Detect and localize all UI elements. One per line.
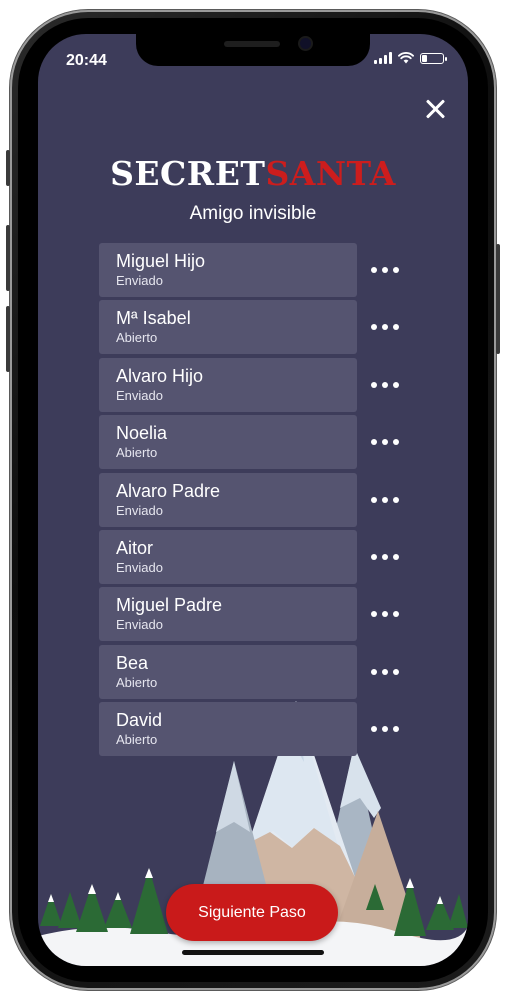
- app-logo: SECRETSANTA: [38, 154, 468, 193]
- participant-card[interactable]: Mª Isabel Abierto: [99, 300, 357, 355]
- participant-name: Bea: [116, 652, 149, 673]
- next-step-button[interactable]: Siguiente Paso: [166, 884, 338, 941]
- participant-status: Enviado: [116, 559, 163, 575]
- participant-name: David: [116, 710, 163, 731]
- close-icon[interactable]: [422, 96, 448, 122]
- participant-card[interactable]: David Abierto: [99, 702, 357, 757]
- logo-santa: SANTA: [265, 154, 396, 193]
- list-item: Alvaro Hijo Enviado: [99, 357, 419, 412]
- power-button: [496, 244, 500, 354]
- front-camera: [300, 38, 311, 49]
- participant-card[interactable]: Miguel Padre Enviado: [99, 587, 357, 642]
- participant-card[interactable]: Bea Abierto: [99, 644, 357, 699]
- participant-status: Abierto: [116, 674, 158, 690]
- more-options-icon[interactable]: [371, 491, 399, 509]
- signal-icon: [374, 52, 392, 64]
- list-item: Miguel Hijo Enviado: [99, 243, 419, 297]
- more-options-icon[interactable]: [371, 261, 399, 279]
- participant-name: Aitor: [116, 537, 154, 558]
- participant-name: Noelia: [116, 423, 168, 444]
- wifi-icon: [398, 52, 414, 64]
- participant-status: Abierto: [116, 732, 158, 748]
- participant-card[interactable]: Alvaro Padre Enviado: [99, 472, 357, 527]
- participant-card[interactable]: Noelia Abierto: [99, 415, 357, 470]
- mute-switch: [6, 150, 10, 186]
- participant-status: Abierto: [116, 330, 158, 346]
- app-screen: 20:44 SECRETSANTA Amigo invisible Miguel…: [38, 34, 468, 966]
- participant-name: Alvaro Hijo: [116, 365, 204, 386]
- more-options-icon[interactable]: [371, 318, 399, 336]
- participant-status: Enviado: [116, 273, 163, 288]
- volume-down-button: [6, 306, 10, 372]
- logo-secret: SECRET: [110, 154, 266, 193]
- participant-card[interactable]: Alvaro Hijo Enviado: [99, 357, 357, 412]
- more-options-icon[interactable]: [371, 720, 399, 738]
- more-options-icon[interactable]: [371, 605, 399, 623]
- more-options-icon[interactable]: [371, 663, 399, 681]
- participant-status: Enviado: [116, 502, 163, 518]
- list-item: Bea Abierto: [99, 644, 419, 699]
- page-subtitle: Amigo invisible: [189, 203, 317, 224]
- more-options-icon[interactable]: [371, 548, 399, 566]
- battery-icon: [420, 52, 447, 64]
- participant-name: Alvaro Padre: [116, 480, 221, 501]
- participant-card[interactable]: Miguel Hijo Enviado: [99, 243, 357, 297]
- list-item: Mª Isabel Abierto: [99, 300, 419, 355]
- list-item: Aitor Enviado: [99, 529, 419, 584]
- status-icons: [374, 52, 447, 64]
- list-item: Noelia Abierto: [99, 415, 419, 470]
- list-item: David Abierto: [99, 702, 419, 757]
- notch: [136, 34, 370, 66]
- status-time: 20:44: [66, 52, 107, 69]
- participant-status: Enviado: [116, 387, 163, 403]
- participant-list: Miguel Hijo Enviado Mª Isabel Abierto Al…: [99, 243, 419, 760]
- more-options-icon[interactable]: [371, 433, 399, 451]
- list-item: Alvaro Padre Enviado: [99, 472, 419, 527]
- more-options-icon[interactable]: [371, 376, 399, 394]
- list-item: Miguel Padre Enviado: [99, 587, 419, 642]
- volume-up-button: [6, 225, 10, 291]
- home-indicator: [182, 950, 324, 955]
- participant-name: Mª Isabel: [116, 308, 191, 329]
- participant-status: Abierto: [116, 445, 158, 461]
- participant-status: Enviado: [116, 617, 163, 633]
- speaker: [224, 41, 280, 47]
- participant-name: Miguel Hijo: [116, 251, 206, 271]
- participant-name: Miguel Padre: [116, 595, 223, 616]
- participant-card[interactable]: Aitor Enviado: [99, 529, 357, 584]
